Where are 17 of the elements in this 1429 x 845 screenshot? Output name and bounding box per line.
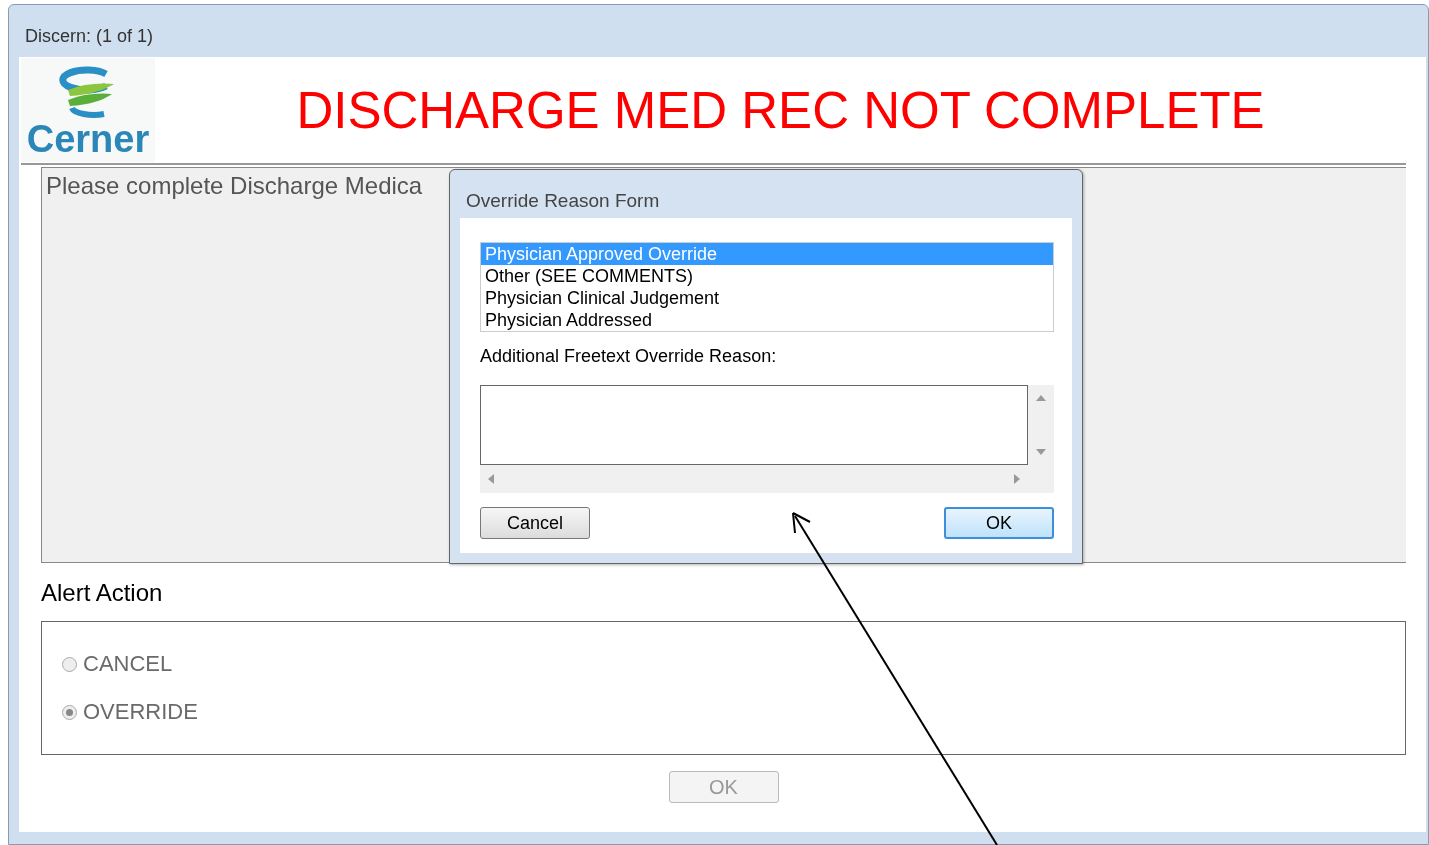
reason-item[interactable]: Physician Addressed	[481, 309, 1053, 331]
scroll-down-icon[interactable]	[1036, 449, 1046, 455]
scroll-left-icon[interactable]	[488, 474, 494, 484]
window-title: Discern: (1 of 1)	[24, 24, 155, 48]
reason-item[interactable]: Physician Clinical Judgement	[481, 287, 1053, 309]
scroll-up-icon[interactable]	[1036, 395, 1046, 401]
reason-item[interactable]: Other (SEE COMMENTS)	[481, 265, 1053, 287]
message-text: Please complete Discharge Medica	[46, 172, 423, 199]
alert-title: DISCHARGE MED REC NOT COMPLETE	[295, 80, 1266, 140]
logo-text: Cerner	[26, 120, 150, 162]
dialog-title: Override Reason Form	[465, 189, 661, 213]
freetext-field[interactable]	[480, 385, 1028, 465]
ok-button[interactable]: OK	[944, 507, 1054, 539]
alert-action-label: Alert Action	[41, 579, 164, 607]
scroll-right-icon[interactable]	[1014, 474, 1020, 484]
cancel-button[interactable]: Cancel	[480, 507, 590, 539]
freetext-label: Additional Freetext Override Reason:	[480, 346, 778, 367]
